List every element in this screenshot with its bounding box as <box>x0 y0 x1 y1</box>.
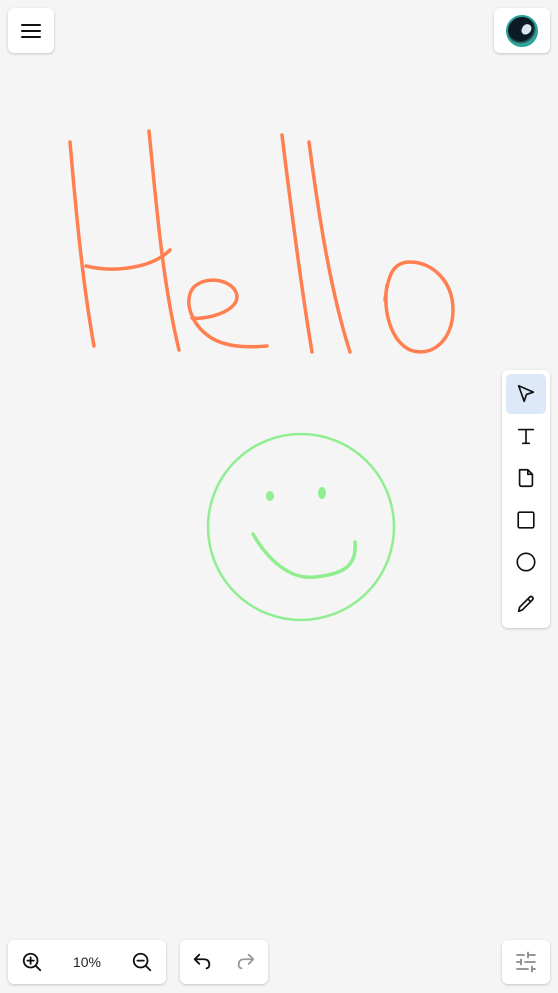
tool-rectangle[interactable] <box>506 500 546 540</box>
sliders-icon <box>516 951 536 973</box>
hamburger-menu-icon <box>21 23 41 38</box>
redo-button[interactable] <box>224 940 268 984</box>
zoom-out-icon <box>132 952 152 972</box>
user-avatar <box>506 14 538 47</box>
main-menu-button[interactable] <box>8 8 54 53</box>
tool-sticky-note[interactable] <box>506 458 546 498</box>
undo-icon <box>193 953 211 970</box>
stroke-l1 <box>280 133 314 354</box>
undo-button[interactable] <box>180 940 224 984</box>
zoom-in-icon <box>22 952 42 972</box>
square-icon <box>517 511 535 529</box>
smiley-eye-right <box>318 487 326 499</box>
sticky-note-icon <box>518 468 534 488</box>
smiley-mouth <box>251 532 357 579</box>
smiley-face-outline <box>206 432 396 622</box>
canvas-drawing-layer <box>68 129 455 622</box>
hello-drawing[interactable] <box>68 129 455 354</box>
stroke-l2 <box>307 140 352 354</box>
whiteboard-canvas[interactable] <box>0 0 558 993</box>
text-t-icon <box>517 428 535 445</box>
pencil-icon <box>517 595 534 613</box>
tool-text[interactable] <box>506 416 546 456</box>
tool-pen[interactable] <box>506 584 546 624</box>
stroke-o <box>383 260 455 354</box>
smiley-eye-left <box>266 491 274 501</box>
smiley-drawing[interactable] <box>206 432 396 622</box>
zoom-out-button[interactable] <box>118 940 166 984</box>
user-avatar-button[interactable] <box>494 8 550 53</box>
circle-icon <box>516 552 536 572</box>
cursor-arrow-icon <box>517 384 535 403</box>
history-controls <box>180 940 268 984</box>
stroke-h-left <box>68 140 96 348</box>
stroke-h-right <box>147 129 181 352</box>
stroke-e <box>187 278 269 349</box>
zoom-in-button[interactable] <box>8 940 56 984</box>
tool-palette <box>502 370 550 628</box>
tool-select[interactable] <box>506 374 546 414</box>
redo-icon <box>237 953 255 970</box>
style-settings-button[interactable] <box>502 940 550 984</box>
stroke-h-bar <box>84 248 172 271</box>
zoom-level[interactable]: 10% <box>56 954 118 970</box>
tool-ellipse[interactable] <box>506 542 546 582</box>
zoom-controls: 10% <box>8 940 166 984</box>
